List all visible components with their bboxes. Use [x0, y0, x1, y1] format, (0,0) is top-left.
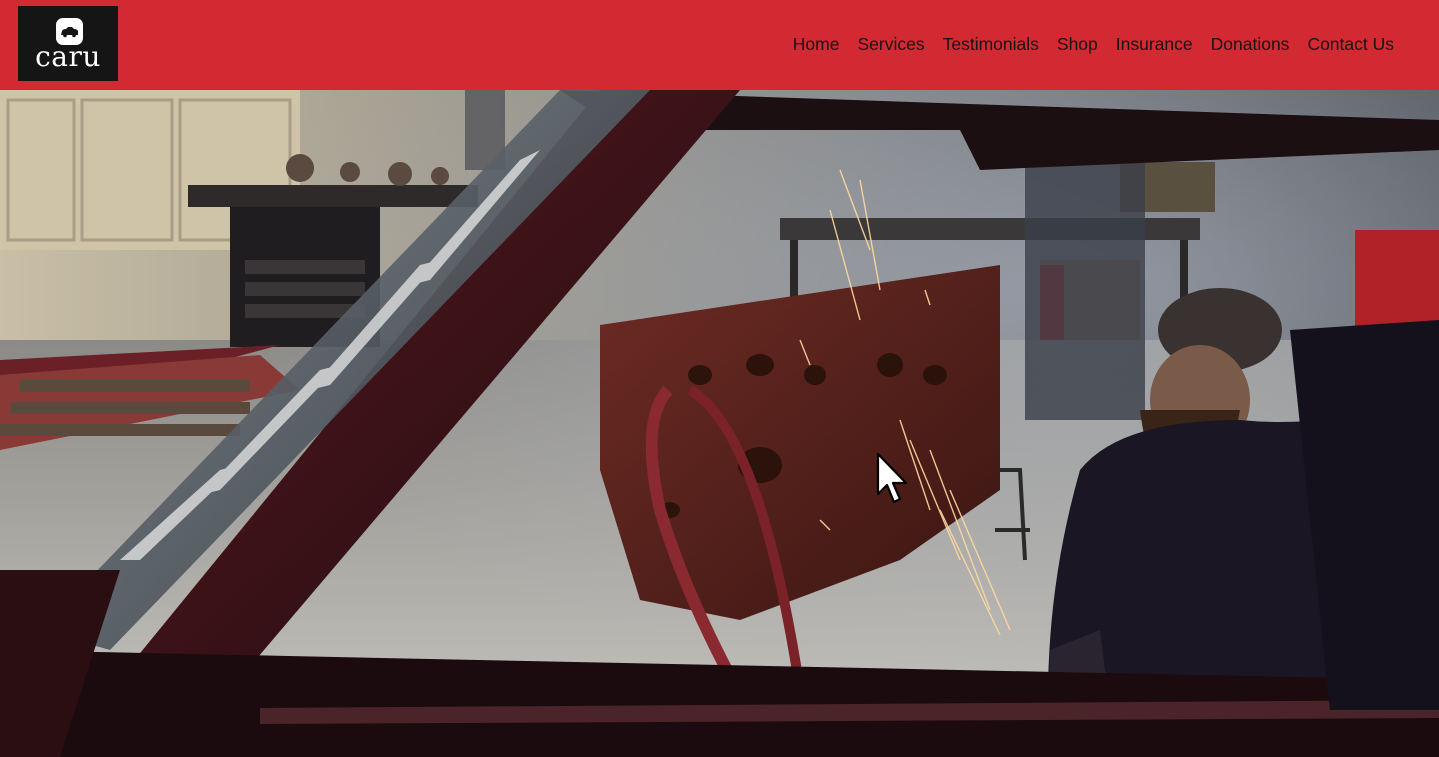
hero-video [0, 90, 1439, 757]
nav-link-services[interactable]: Services [857, 33, 924, 55]
nav-link-insurance[interactable]: Insurance [1116, 33, 1193, 55]
logo-text: caru [35, 40, 101, 73]
main-nav: Home Services Testimonials Shop Insuranc… [775, 33, 1394, 55]
site-header: caru Home Services Testimonials Shop Ins… [0, 0, 1439, 90]
welding-workshop-scene [0, 90, 1439, 757]
mouse-pointer-icon [876, 452, 908, 504]
logo[interactable]: caru [18, 6, 118, 81]
nav-link-donations[interactable]: Donations [1211, 33, 1290, 55]
nav-link-shop[interactable]: Shop [1057, 33, 1098, 55]
nav-link-testimonials[interactable]: Testimonials [943, 33, 1039, 55]
nav-link-contact-us[interactable]: Contact Us [1307, 33, 1394, 55]
nav-link-home[interactable]: Home [793, 33, 840, 55]
